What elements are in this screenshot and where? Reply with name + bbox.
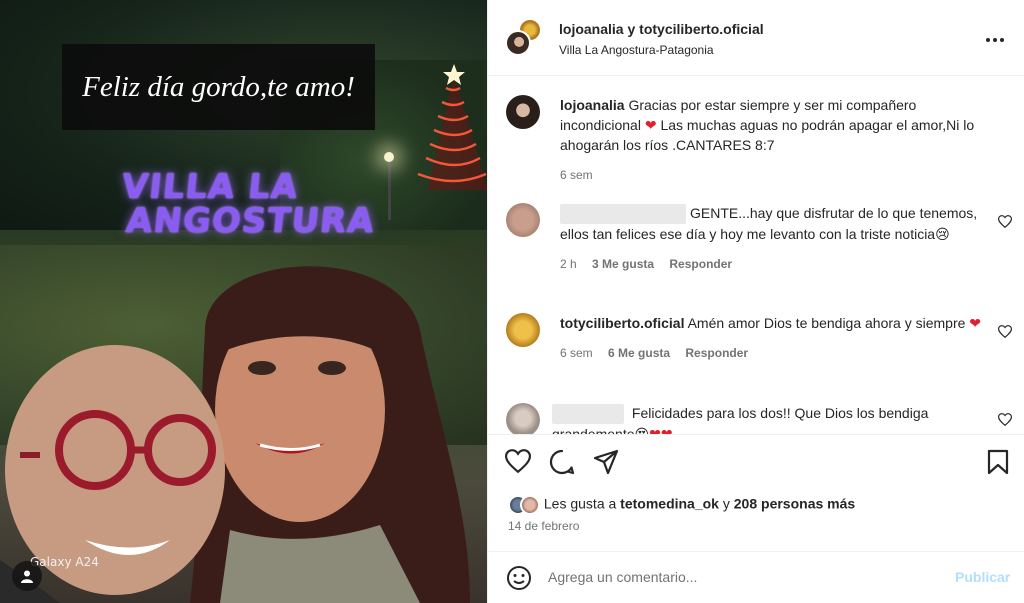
comment-likes[interactable]: 6 Me gusta [608, 346, 670, 360]
comments-list[interactable]: lojoanalia Gracias por estar siempre y s… [488, 77, 1024, 434]
christmas-tree-lights [417, 64, 487, 190]
avatar-author[interactable] [505, 30, 531, 56]
publish-button[interactable]: Publicar [955, 569, 1010, 585]
like-comment-button[interactable] [997, 325, 1013, 343]
liker-avatar [520, 495, 540, 515]
avatar[interactable] [506, 95, 540, 129]
share-button[interactable] [593, 449, 621, 477]
heart-outline-icon [997, 413, 1013, 427]
user-icon [21, 570, 33, 583]
post-date[interactable]: 14 de febrero [508, 519, 579, 533]
sign-line-2: ANGOSTURA [124, 201, 377, 241]
likes-summary[interactable]: Les gusta a tetomedina_ok y 208 personas… [508, 495, 855, 515]
post-details-panel: lojoanalia y totyciliberto.oficial Villa… [487, 0, 1024, 603]
post-authors: lojoanalia y totyciliberto.oficial [559, 21, 764, 37]
comment-time[interactable]: 2 h [560, 257, 577, 271]
comment-body: Felicidades para los dos!! Que Dios los … [552, 403, 982, 434]
tagged-users-button[interactable] [12, 561, 42, 591]
villa-la-angostura-sign: VILLA LA ANGOSTURA [116, 167, 380, 241]
comment-likes[interactable]: 3 Me gusta [592, 257, 654, 271]
comment-meta: 6 sem [560, 165, 990, 185]
street-lamp [384, 152, 394, 162]
lamp-post [388, 160, 391, 220]
comment-username[interactable]: lojoanalia [560, 97, 625, 113]
red-heart-emoji-icon: ❤ [661, 426, 673, 434]
coauthor-username[interactable]: totyciliberto.oficial [639, 21, 763, 37]
like-comment-button[interactable] [997, 413, 1013, 431]
avatar[interactable] [506, 403, 540, 434]
comment-meta: 2 h 3 Me gusta Responder [560, 254, 990, 274]
more-options-button[interactable] [985, 26, 1005, 49]
authors-connector: y [623, 21, 640, 37]
comment-input[interactable] [548, 566, 938, 588]
comment-username[interactable]: totyciliberto.oficial [560, 315, 684, 331]
heart-outline-icon [504, 449, 532, 474]
red-heart-emoji-icon: ❤ [649, 426, 661, 434]
camera-watermark: Galaxy A24 [30, 555, 99, 569]
couple-selfie [0, 266, 470, 603]
add-comment-bar: Publicar [488, 551, 1024, 603]
red-heart-emoji-icon: ❤ [644, 117, 657, 133]
comment-body: totyciliberto.oficial Amén amor Dios te … [560, 313, 990, 363]
heart-outline-icon [997, 325, 1013, 339]
avatar[interactable] [506, 203, 540, 237]
comment-time[interactable]: 6 sem [560, 346, 593, 360]
story-caption-text: Feliz día gordo,te amo! [82, 70, 355, 103]
hidden-username-blur [552, 404, 624, 425]
reply-button[interactable]: Responder [669, 257, 732, 271]
story-caption-box: Feliz día gordo,te amo! [62, 44, 375, 130]
post-header: lojoanalia y totyciliberto.oficial Villa… [488, 0, 1024, 76]
smiley-icon [507, 566, 531, 590]
instagram-post-window: VILLA LA ANGOSTURA Feliz día gordo,te am… [0, 0, 1024, 603]
hidden-username-blur [560, 204, 686, 225]
comment-button[interactable] [549, 449, 577, 477]
likes-count[interactable]: 208 personas más [734, 496, 855, 512]
heart-outline-icon [997, 215, 1013, 229]
speech-bubble-icon [549, 449, 575, 475]
like-button[interactable] [504, 449, 533, 477]
post-photo[interactable]: VILLA LA ANGOSTURA Feliz día gordo,te am… [0, 0, 487, 603]
like-comment-button[interactable] [997, 215, 1013, 233]
comment-text: Amén amor Dios te bendiga ahora y siempr… [687, 315, 970, 331]
comment-time[interactable]: 6 sem [560, 168, 593, 182]
avatar[interactable] [506, 313, 540, 347]
comment-meta: 6 sem 6 Me gusta Responder [560, 343, 990, 363]
emoji-picker-button[interactable] [506, 565, 532, 596]
more-horizontal-icon [986, 38, 1004, 42]
comment-body: lojoanalia Gracias por estar siempre y s… [560, 95, 990, 185]
likes-prefix: Les gusta a [543, 495, 621, 512]
author-username[interactable]: lojoanalia [559, 21, 624, 37]
paper-plane-icon [593, 449, 619, 475]
post-location[interactable]: Villa La Angostura-Patagonia [559, 43, 714, 57]
save-button[interactable] [987, 449, 1015, 477]
reply-button[interactable]: Responder [685, 346, 748, 360]
bookmark-icon [987, 449, 1009, 475]
likes-connector: y [718, 495, 734, 512]
comment-body: GENTE...hay que disfrutar de lo que tene… [560, 203, 990, 274]
red-heart-emoji-icon: ❤ [969, 315, 982, 331]
liker-username[interactable]: tetomedina_ok [620, 496, 719, 512]
